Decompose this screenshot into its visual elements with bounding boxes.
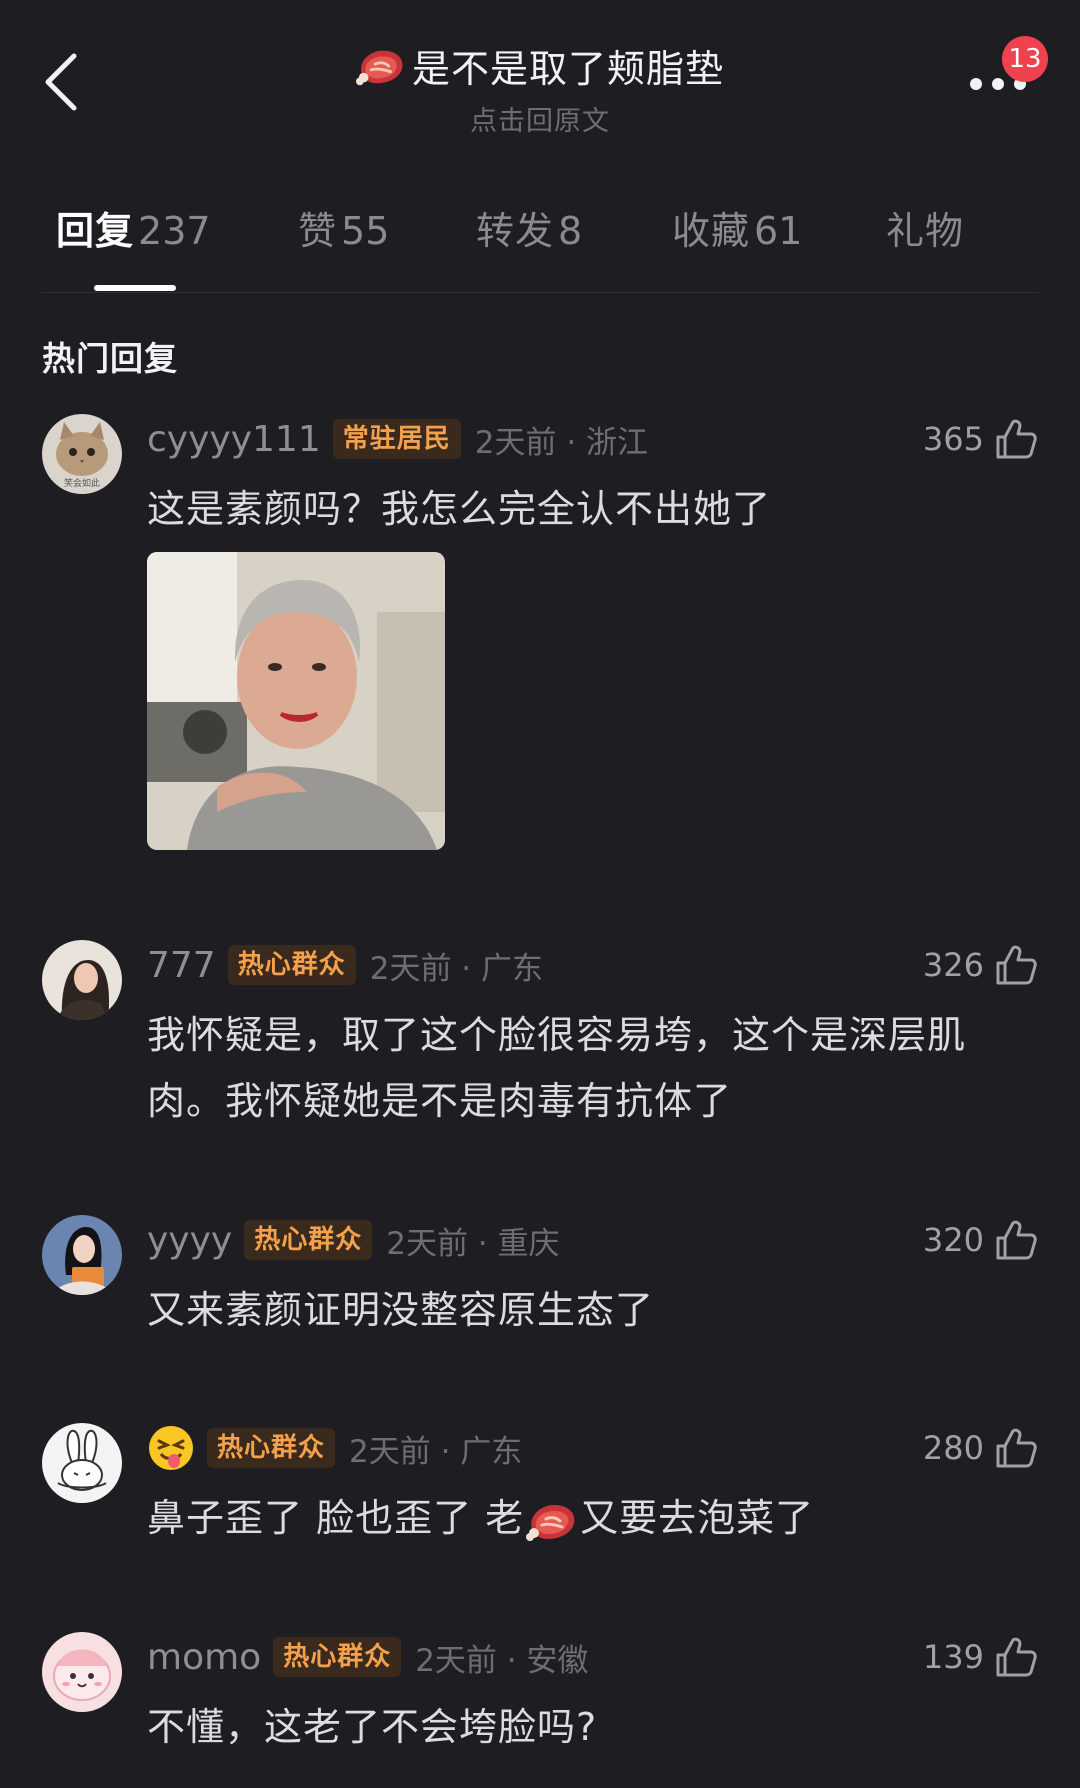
user-badge: 热心群众 [273, 1637, 402, 1677]
like-button[interactable]: 326 [923, 940, 1038, 990]
tab-count: 61 [754, 209, 803, 253]
comment-text: 又来素颜证明没整容原生态了 [147, 1288, 655, 1332]
emoji-username-icon [149, 1426, 193, 1470]
tab-gifts[interactable]: 礼物 [886, 200, 964, 255]
thumbs-up-icon [994, 1635, 1038, 1679]
like-button[interactable]: 280 [923, 1423, 1038, 1473]
tab-favorites[interactable]: 收藏 61 [672, 200, 802, 255]
user-badge: 热心群众 [227, 945, 356, 985]
thumbs-up-icon [994, 417, 1038, 461]
header: 是不是取了颊脂垫 点击回原文 13 [0, 0, 1080, 150]
comment-text-part: 鼻子歪了 脸也歪了 老 [147, 1496, 525, 1540]
user-badge: 常驻居民 [332, 419, 461, 459]
tab-label: 收藏 [672, 209, 751, 253]
notification-badge: 13 [1002, 36, 1048, 82]
comment-text: 鼻子歪了 脸也歪了 老 又要去泡菜了 [147, 1485, 1027, 1551]
time-location: 2天前 · 广东 [369, 950, 544, 987]
like-button[interactable]: 320 [923, 1215, 1038, 1265]
comment-text: 我怀疑是，取了这个脸很容易垮，这个是深层肌肉。我怀疑她是不是肉毒有抗体了 [147, 1013, 967, 1123]
tab-reposts[interactable]: 转发 8 [476, 200, 582, 255]
tab-count: 237 [138, 209, 211, 253]
tab-label: 转发 [476, 209, 555, 253]
ellipsis-icon [970, 78, 982, 90]
time-location: 2天前 · 浙江 [474, 424, 649, 461]
tab-count: 55 [341, 209, 390, 253]
thumbs-up-icon [994, 1426, 1038, 1470]
username[interactable]: momo [147, 1637, 261, 1678]
like-count: 320 [922, 1221, 984, 1259]
tab-label: 回复 [56, 209, 135, 253]
comment-image[interactable] [147, 552, 445, 850]
tab-bar: 回复 237 赞 55 转发 8 收藏 61 礼物 [0, 200, 1080, 270]
avatar[interactable]: 笑会如此 [42, 414, 122, 494]
time-location: 2天前 · 广东 [349, 1433, 523, 1470]
tab-replies[interactable]: 回复 237 [56, 200, 211, 255]
page-title: 是不是取了颊脂垫 [411, 47, 724, 91]
username[interactable]: yyyy [147, 1220, 232, 1261]
comment-text: 这是素颜吗？我怎么完全认不出她了 [147, 487, 772, 531]
comment-text-part: 又要去泡菜了 [580, 1496, 815, 1540]
tab-count: 8 [558, 209, 583, 253]
user-badge: 热心群众 [207, 1428, 336, 1468]
username[interactable]: 777 [147, 945, 216, 986]
meat-icon [526, 1499, 578, 1543]
section-title: 热门回复 [42, 339, 178, 378]
tab-likes[interactable]: 赞 55 [298, 200, 389, 255]
like-count: 326 [922, 946, 984, 984]
active-tab-indicator [94, 285, 176, 291]
tab-label: 赞 [298, 209, 338, 253]
divider [42, 292, 1038, 293]
svg-text:笑会如此: 笑会如此 [64, 477, 100, 489]
meat-icon [356, 44, 406, 88]
like-count: 365 [922, 420, 984, 458]
thumbs-up-icon [994, 943, 1038, 987]
like-button[interactable]: 139 [923, 1632, 1038, 1682]
username[interactable]: cyyyy111 [147, 419, 321, 460]
tab-label: 礼物 [886, 209, 965, 253]
time-location: 2天前 · 重庆 [386, 1225, 560, 1262]
like-count: 139 [922, 1638, 984, 1676]
like-button[interactable]: 365 [923, 414, 1038, 464]
back-to-original-link[interactable]: 点击回原文 [0, 99, 1080, 138]
thumbs-up-icon [994, 1218, 1038, 1262]
time-location: 2天前 · 安徽 [415, 1642, 589, 1679]
avatar[interactable] [42, 1632, 122, 1712]
ellipsis-dot [992, 78, 1004, 90]
title-area[interactable]: 是不是取了颊脂垫 点击回原文 [0, 38, 1080, 138]
user-badge: 热心群众 [244, 1220, 373, 1260]
avatar[interactable] [42, 940, 122, 1020]
avatar[interactable] [42, 1215, 122, 1295]
like-count: 280 [922, 1429, 984, 1467]
avatar[interactable] [42, 1423, 122, 1503]
comment-text: 不懂，这老了不会垮脸吗? [147, 1705, 598, 1749]
